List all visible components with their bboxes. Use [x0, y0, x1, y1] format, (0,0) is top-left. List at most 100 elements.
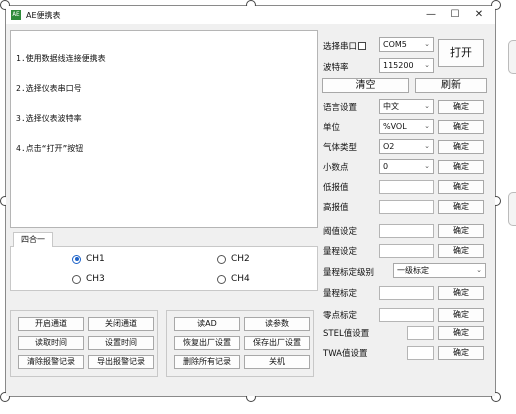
channel-operations-group: 开启通道 关闭通道 读取时间 设置时间 清除报警记录 导出报警记录 — [10, 310, 158, 377]
calib-label: 零点标定 — [323, 311, 358, 321]
setting-value: 中文 — [383, 102, 399, 111]
title-bar: AE AE便携表 — ☐ ✕ — [6, 6, 495, 24]
confirm-button[interactable]: 确定 — [438, 346, 484, 360]
radio-ch4[interactable]: CH4 — [217, 274, 250, 284]
confirm-button[interactable]: 确定 — [438, 140, 484, 154]
confirm-button[interactable]: 确定 — [438, 120, 484, 134]
calib-level-label: 量程标定级别 — [323, 268, 375, 278]
channel-tab-control: CH1 CH2 CH3 CH4 四合一 — [10, 232, 318, 291]
radio-unselected-icon — [217, 254, 226, 264]
window-title: AE便携表 — [26, 11, 61, 20]
setting-input[interactable] — [379, 224, 434, 238]
radio-label: CH2 — [231, 254, 250, 264]
chevron-down-icon: ⌄ — [424, 61, 430, 69]
open-port-button[interactable]: 打开 — [438, 39, 484, 67]
setting-label: 阈值设定 — [323, 227, 358, 237]
setting-label: 小数点 — [323, 163, 349, 173]
chevron-down-icon: ⌄ — [424, 40, 430, 48]
minimize-button[interactable]: — — [418, 6, 444, 24]
channel-tab-panel: CH1 CH2 CH3 CH4 — [10, 246, 318, 291]
calib-input[interactable] — [407, 326, 434, 340]
log-textarea[interactable]: 1.使用数据线连接便携表 2.选择仪表串口号 3.选择仪表波特率 4.点击“打开… — [10, 30, 318, 228]
chevron-down-icon: ⌄ — [424, 162, 430, 170]
radio-label: CH1 — [86, 254, 105, 264]
setting-input[interactable] — [379, 200, 434, 214]
setting-select[interactable]: %VOL ⌄ — [379, 119, 434, 134]
setting-label: 低报值 — [323, 183, 349, 193]
clear-button[interactable]: 清空 — [322, 78, 409, 93]
side-panel-tab[interactable] — [508, 40, 516, 74]
setting-label: 气体类型 — [323, 143, 358, 153]
setting-label: 单位 — [323, 123, 341, 133]
confirm-button[interactable]: 确定 — [438, 224, 484, 238]
close-channel-button[interactable]: 关闭通道 — [88, 317, 154, 331]
calib-input[interactable] — [379, 286, 434, 300]
port-label-text: 选择串口 — [323, 42, 358, 52]
calib-label: STEL值设置 — [323, 329, 370, 339]
app-window: AE AE便携表 — ☐ ✕ 1.使用数据线连接便携表 2.选择仪表串口号 3.… — [6, 6, 495, 396]
confirm-button[interactable]: 确定 — [438, 244, 484, 258]
calib-label: 量程标定 — [323, 289, 358, 299]
confirm-button[interactable]: 确定 — [438, 286, 484, 300]
setting-select[interactable]: 0 ⌄ — [379, 159, 434, 174]
calib-input[interactable] — [379, 308, 434, 322]
app-icon: AE — [11, 10, 21, 20]
radio-label: CH3 — [86, 274, 105, 284]
confirm-button[interactable]: 确定 — [438, 180, 484, 194]
side-panel-tab[interactable] — [508, 192, 516, 226]
chevron-down-icon: ⌄ — [424, 142, 430, 150]
export-alarm-records-button[interactable]: 导出报警记录 — [88, 355, 154, 369]
setting-select[interactable]: 中文 ⌄ — [379, 99, 434, 114]
restore-factory-button[interactable]: 恢复出厂设置 — [174, 336, 240, 350]
read-ad-button[interactable]: 读AD — [174, 317, 240, 331]
shutdown-button[interactable]: 关机 — [244, 355, 310, 369]
chevron-down-icon: ⌄ — [476, 266, 482, 274]
open-channel-button[interactable]: 开启通道 — [18, 317, 84, 331]
maximize-button[interactable]: ☐ — [442, 6, 468, 24]
confirm-button[interactable]: 确定 — [438, 100, 484, 114]
radio-selected-icon — [72, 254, 81, 264]
setting-label: 语言设置 — [323, 103, 358, 113]
chevron-down-icon: ⌄ — [424, 122, 430, 130]
confirm-button[interactable]: 确定 — [438, 160, 484, 174]
refresh-button[interactable]: 刷新 — [415, 78, 487, 93]
port-select[interactable]: COM5 ⌄ — [379, 37, 434, 52]
confirm-button[interactable]: 确定 — [438, 200, 484, 214]
calib-label: TWA值设置 — [323, 349, 368, 359]
radio-ch1[interactable]: CH1 — [72, 254, 105, 264]
calib-input[interactable] — [407, 346, 434, 360]
baud-label: 波特率 — [323, 63, 349, 73]
radio-label: CH4 — [231, 274, 250, 284]
clear-alarm-records-button[interactable]: 清除报警记录 — [18, 355, 84, 369]
baud-value: 115200 — [383, 61, 414, 70]
confirm-button[interactable]: 确定 — [438, 326, 484, 340]
radio-unselected-icon — [72, 274, 81, 284]
setting-select[interactable]: O2 ⌄ — [379, 139, 434, 154]
chevron-down-icon: ⌄ — [424, 102, 430, 110]
log-line: 3.选择仪表波特率 — [16, 114, 82, 123]
checkbox-icon[interactable] — [358, 42, 367, 50]
save-factory-button[interactable]: 保存出厂设置 — [244, 336, 310, 350]
delete-all-records-button[interactable]: 删除所有记录 — [174, 355, 240, 369]
close-button[interactable]: ✕ — [466, 6, 492, 24]
log-line: 2.选择仪表串口号 — [16, 84, 82, 93]
set-time-button[interactable]: 设置时间 — [88, 336, 154, 350]
tab-four-in-one[interactable]: 四合一 — [13, 232, 53, 247]
confirm-button[interactable]: 确定 — [438, 308, 484, 322]
calib-level-value: 一级标定 — [397, 266, 429, 275]
setting-input[interactable] — [379, 180, 434, 194]
log-line: 4.点击“打开”按钮 — [16, 144, 84, 153]
setting-input[interactable] — [379, 244, 434, 258]
port-value: COM5 — [383, 40, 407, 49]
baud-select[interactable]: 115200 ⌄ — [379, 58, 434, 73]
read-params-button[interactable]: 读参数 — [244, 317, 310, 331]
read-time-button[interactable]: 读取时间 — [18, 336, 84, 350]
radio-ch2[interactable]: CH2 — [217, 254, 250, 264]
setting-label: 高报值 — [323, 203, 349, 213]
port-label: 选择串口 — [323, 40, 367, 52]
log-line: 1.使用数据线连接便携表 — [16, 54, 106, 63]
radio-ch3[interactable]: CH3 — [72, 274, 105, 284]
calib-level-select[interactable]: 一级标定 ⌄ — [393, 263, 486, 278]
setting-value: 0 — [383, 162, 389, 171]
radio-unselected-icon — [217, 274, 226, 284]
